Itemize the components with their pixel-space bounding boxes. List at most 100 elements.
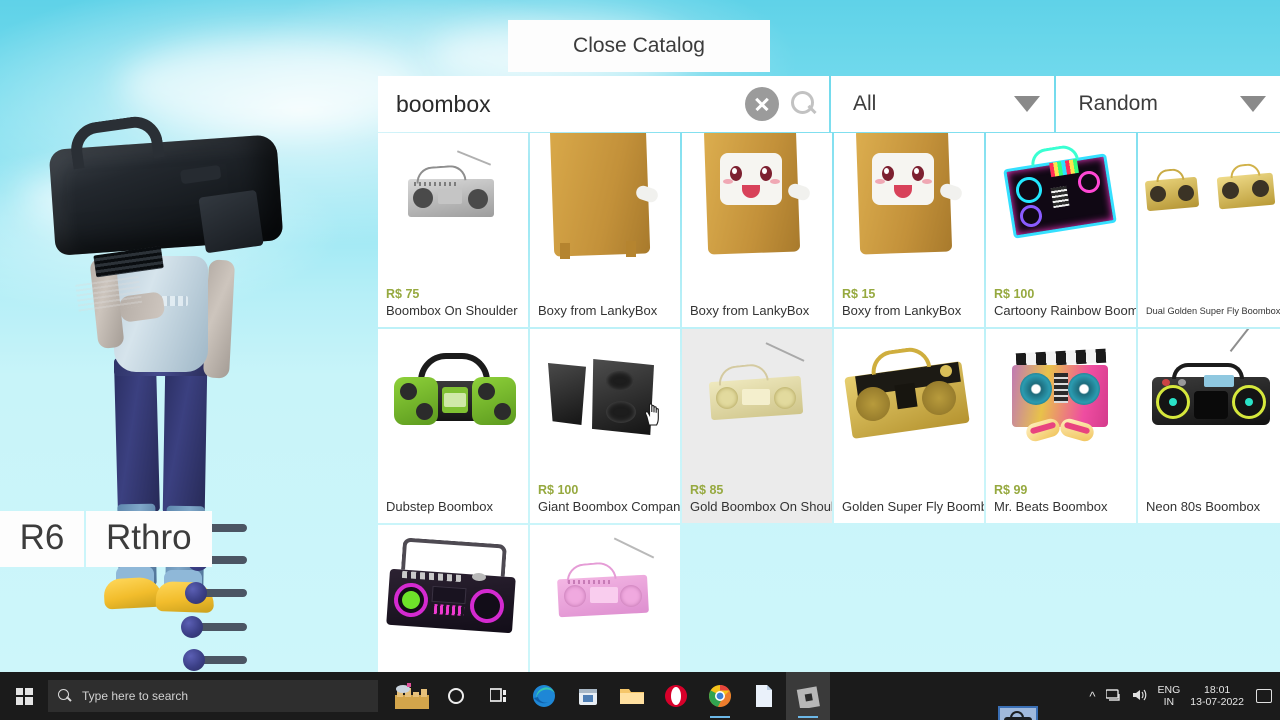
catalog-item-tile[interactable]: Dual Golden Super Fly Boomboxes: [1138, 133, 1280, 327]
task-view-icon[interactable]: [478, 672, 522, 720]
item-meta: R$ 75 Boombox On Shoulder: [386, 286, 524, 319]
clock[interactable]: 18:01 13-07-2022: [1190, 684, 1244, 708]
windows-taskbar: Type here to search ^ ENG IN 18:01 13-07…: [0, 672, 1280, 720]
item-meta: Boxy from LankyBox: [538, 303, 676, 319]
item-thumbnail: [682, 133, 832, 283]
action-center-icon[interactable]: [1256, 689, 1272, 703]
item-thumbnail: [682, 329, 832, 479]
start-button[interactable]: [0, 672, 48, 720]
search-icon[interactable]: [789, 89, 819, 119]
catalog-panel: All Random R$ 75 Boombox On Shoulder Boxy…: [378, 76, 1280, 720]
item-thumbnail: [834, 133, 984, 283]
body-type-toggle-group: R6 Rthro: [0, 511, 212, 567]
catalog-item-grid[interactable]: R$ 75 Boombox On Shoulder Boxy from Lanky…: [378, 133, 1280, 672]
taskbar-icon-strip: [390, 672, 830, 720]
item-thumbnail: [986, 329, 1136, 479]
item-price: R$ 99: [994, 483, 1028, 497]
catalog-item-tile[interactable]: Neon 80s Boombox: [1138, 329, 1280, 523]
equipped-boombox-accessory: [48, 113, 284, 315]
item-meta: R$ 100 Giant Boombox Companions: [538, 482, 680, 515]
avatar-shoe-left: [103, 576, 163, 610]
catalog-item-tile[interactable]: R$ 75 Boombox On Shoulder: [378, 133, 528, 327]
slider-knob[interactable]: [181, 616, 203, 638]
cortana-icon[interactable]: [434, 672, 478, 720]
chevron-down-icon: [1014, 96, 1041, 112]
item-thumbnail: [530, 133, 680, 283]
item-meta: Boxy from LankyBox: [690, 303, 828, 319]
language-indicator[interactable]: ENG IN: [1158, 684, 1181, 708]
item-meta: R$ 100 Cartoony Rainbow Boombox: [994, 286, 1136, 319]
catalog-item-tile[interactable]: R$ 100 Giant Boombox Companions: [530, 329, 680, 523]
item-thumbnail: [834, 329, 984, 479]
close-catalog-button[interactable]: Close Catalog: [508, 20, 770, 72]
weather-widget-icon[interactable]: [390, 672, 434, 720]
microsoft-edge-icon[interactable]: [522, 672, 566, 720]
item-meta: Neon 80s Boombox: [1146, 499, 1280, 515]
catalog-item-tile[interactable]: R$ 250Neon Boom Box - Why Don't We (WDW): [378, 525, 528, 672]
system-tray: ^ ENG IN 18:01 13-07-2022: [1089, 672, 1280, 720]
item-thumbnail: [986, 133, 1136, 283]
screen: R6 Rthro Close Catalog All Random: [0, 0, 1280, 720]
item-name: Giant Boombox Companions: [538, 499, 680, 514]
catalog-item-tile[interactable]: R$ 99 Mr. Beats Boombox: [986, 329, 1136, 523]
item-meta: Dubstep Boombox: [386, 499, 524, 515]
item-name: Golden Super Fly Boombox: [842, 499, 984, 514]
avatar-scale-slider-4[interactable]: [181, 616, 247, 638]
item-name: Boxy from LankyBox: [690, 303, 810, 318]
item-thumbnail: [378, 525, 528, 672]
taskbar-search-box[interactable]: Type here to search: [48, 680, 378, 712]
volume-icon[interactable]: [1132, 688, 1148, 705]
sort-filter-dropdown[interactable]: Random: [1056, 76, 1280, 132]
item-name: Dubstep Boombox: [386, 499, 493, 514]
catalog-item-tile[interactable]: Golden Super Fly Boombox: [834, 329, 984, 523]
clock-time: 18:01: [1204, 684, 1231, 696]
item-thumbnail: [378, 329, 528, 479]
search-input[interactable]: [396, 90, 745, 118]
catalog-item-tile[interactable]: R$ 15 Boxy from LankyBox: [834, 133, 984, 327]
catalog-item-tile[interactable]: R$ 100 Cartoony Rainbow Boombox: [986, 133, 1136, 327]
item-name: Boxy from LankyBox: [842, 303, 962, 318]
item-meta: Golden Super Fly Boombox: [842, 499, 984, 515]
avatar-scale-slider-5[interactable]: [183, 649, 247, 671]
r6-button[interactable]: R6: [0, 511, 84, 567]
item-meta: R$ 15 Boxy from LankyBox: [842, 286, 980, 319]
dragged-item-thumbnail[interactable]: [998, 706, 1038, 720]
rthro-button[interactable]: Rthro: [86, 511, 212, 567]
catalog-item-tile[interactable]: R$ 85 Gold Boombox On Shoulder: [682, 329, 832, 523]
catalog-search-box[interactable]: [378, 76, 829, 132]
google-chrome-icon[interactable]: [698, 672, 742, 720]
catalog-item-tile[interactable]: Dubstep Boombox: [378, 329, 528, 523]
item-name: Neon 80s Boombox: [1146, 499, 1261, 514]
avatar-leg-left: [114, 363, 160, 513]
catalog-item-tile[interactable]: Boxy from LankyBox: [530, 133, 680, 327]
file-explorer-icon[interactable]: [610, 672, 654, 720]
clear-search-icon[interactable]: [744, 87, 779, 121]
item-price: R$ 75: [386, 287, 420, 301]
catalog-item-tile[interactable]: R$ 75Pink Boombox On Shoulder: [530, 525, 680, 672]
network-icon[interactable]: [1104, 688, 1122, 705]
clock-date: 13-07-2022: [1190, 696, 1244, 708]
microsoft-store-icon[interactable]: [566, 672, 610, 720]
item-price: R$ 15: [842, 287, 876, 301]
opera-browser-icon[interactable]: [654, 672, 698, 720]
item-meta: R$ 85 Gold Boombox On Shoulder: [690, 482, 832, 515]
category-filter-dropdown[interactable]: All: [830, 76, 1055, 132]
show-hidden-icons-icon[interactable]: ^: [1089, 689, 1095, 704]
text-document-icon[interactable]: [742, 672, 786, 720]
slider-knob[interactable]: [183, 649, 205, 671]
roblox-studio-icon[interactable]: [786, 672, 830, 720]
slider-knob[interactable]: [185, 582, 207, 604]
taskbar-search-placeholder: Type here to search: [82, 689, 189, 703]
item-name: Boxy from LankyBox: [538, 303, 658, 318]
avatar-scale-slider-3[interactable]: [185, 582, 247, 604]
catalog-item-tile[interactable]: Boxy from LankyBox: [682, 133, 832, 327]
sort-filter-value: Random: [1078, 92, 1158, 115]
boombox-top-knob: [179, 164, 222, 185]
item-thumbnail: [378, 133, 528, 283]
chevron-down-icon: [1240, 96, 1266, 112]
item-meta: R$ 99 Mr. Beats Boombox: [994, 482, 1132, 515]
game-viewport[interactable]: R6 Rthro Close Catalog All Random: [0, 0, 1280, 720]
language-line-1: ENG: [1157, 684, 1181, 696]
item-name: Gold Boombox On Shoulder: [690, 499, 832, 514]
magnifier-icon: [58, 689, 72, 703]
